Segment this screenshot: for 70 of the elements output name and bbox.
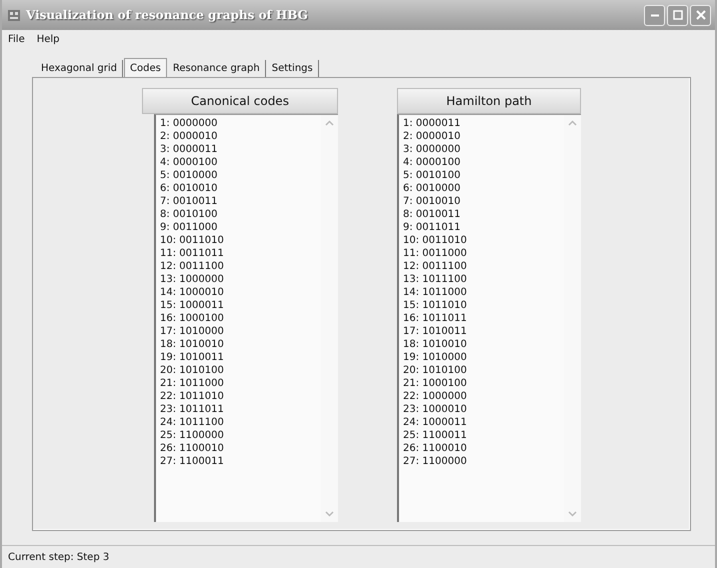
list-item[interactable]: 2: 0000010 (160, 130, 317, 143)
list-item[interactable]: 12: 0011100 (160, 260, 317, 273)
list-item[interactable]: 18: 1010010 (160, 338, 317, 351)
list-item[interactable]: 23: 1011011 (160, 403, 317, 416)
list-item[interactable]: 20: 1010100 (160, 364, 317, 377)
list-item[interactable]: 26: 1100010 (160, 442, 317, 455)
list-item[interactable]: 25: 1100000 (160, 429, 317, 442)
list-item[interactable]: 5: 0010000 (160, 169, 317, 182)
minimize-button[interactable] (644, 4, 665, 26)
list-item[interactable]: 11: 0011000 (403, 247, 560, 260)
list-item[interactable]: 13: 1000000 (160, 273, 317, 286)
list-box[interactable] (397, 114, 581, 522)
list-item[interactable]: 3: 0000000 (403, 143, 560, 156)
list-item[interactable]: 24: 1011100 (160, 416, 317, 429)
list-item[interactable]: 10: 0011010 (403, 234, 560, 247)
list-item[interactable]: 11: 0011011 (160, 247, 317, 260)
tab[interactable]: Codes (124, 58, 167, 77)
list-item[interactable]: 19: 1010011 (160, 351, 317, 364)
list-item[interactable]: 23: 1000010 (403, 403, 560, 416)
list-item[interactable]: 22: 1011010 (160, 390, 317, 403)
list-header: Hamilton path (397, 88, 581, 114)
list-item[interactable]: 17: 1010011 (403, 325, 560, 338)
list-item[interactable]: 21: 1011000 (160, 377, 317, 390)
list-item[interactable]: 24: 1000011 (403, 416, 560, 429)
list-item[interactable]: 2: 0000010 (403, 130, 560, 143)
list-item[interactable]: 3: 0000011 (160, 143, 317, 156)
list-item[interactable]: 10: 0011010 (160, 234, 317, 247)
list-item[interactable]: 7: 0010010 (403, 195, 560, 208)
list-item[interactable]: 12: 0011100 (403, 260, 560, 273)
list-item[interactable]: 8: 0010011 (403, 208, 560, 221)
list-item[interactable]: 15: 1000011 (160, 299, 317, 312)
maximize-button[interactable] (667, 4, 688, 26)
list-item[interactable]: 14: 1000010 (160, 286, 317, 299)
list-item[interactable]: 6: 0010010 (160, 182, 317, 195)
list-item[interactable]: 27: 1100000 (403, 455, 560, 468)
list-item[interactable]: 22: 1000000 (403, 390, 560, 403)
list-item[interactable]: 26: 1100010 (403, 442, 560, 455)
list-item[interactable]: 21: 1000100 (403, 377, 560, 390)
list-item[interactable]: 25: 1100011 (403, 429, 560, 442)
status-text: Current step: Step 3 (8, 552, 110, 562)
minimize-icon (650, 14, 658, 16)
maximize-icon (672, 10, 682, 20)
list-item[interactable]: 8: 0010100 (160, 208, 317, 221)
list-box[interactable] (154, 114, 338, 522)
list-item[interactable]: 9: 0011011 (403, 221, 560, 234)
list-item[interactable]: 17: 1010000 (160, 325, 317, 338)
list-item[interactable]: 14: 1011000 (403, 286, 560, 299)
app-icon (6, 7, 22, 23)
list-item[interactable]: 1: 0000011 (403, 117, 560, 130)
list-item[interactable]: 9: 0011000 (160, 221, 317, 234)
list-item[interactable]: 27: 1100011 (160, 455, 317, 468)
list-item[interactable]: 13: 1011100 (403, 273, 560, 286)
list-item[interactable]: 7: 0010011 (160, 195, 317, 208)
list-item[interactable]: 1: 0000000 (160, 117, 317, 130)
list-item[interactable]: 6: 0010000 (403, 182, 560, 195)
list-item[interactable]: 5: 0010100 (403, 169, 560, 182)
list-item[interactable]: 15: 1011010 (403, 299, 560, 312)
list-item[interactable]: 20: 1010100 (403, 364, 560, 377)
list-header: Canonical codes (142, 88, 338, 114)
list-item[interactable]: 19: 1010000 (403, 351, 560, 364)
list-item[interactable]: 16: 1011011 (403, 312, 560, 325)
list-item[interactable]: 18: 1010010 (403, 338, 560, 351)
list-item[interactable]: 4: 0000100 (160, 156, 317, 169)
close-button[interactable] (690, 4, 711, 26)
menu-item[interactable]: Help (36, 34, 60, 46)
window-title: Visualization of resonance graphs of HBG (26, 8, 308, 22)
close-icon (696, 10, 706, 20)
list-item[interactable]: 16: 1000100 (160, 312, 317, 325)
menu-item[interactable]: File (8, 34, 25, 46)
list-item[interactable]: 4: 0000100 (403, 156, 560, 169)
